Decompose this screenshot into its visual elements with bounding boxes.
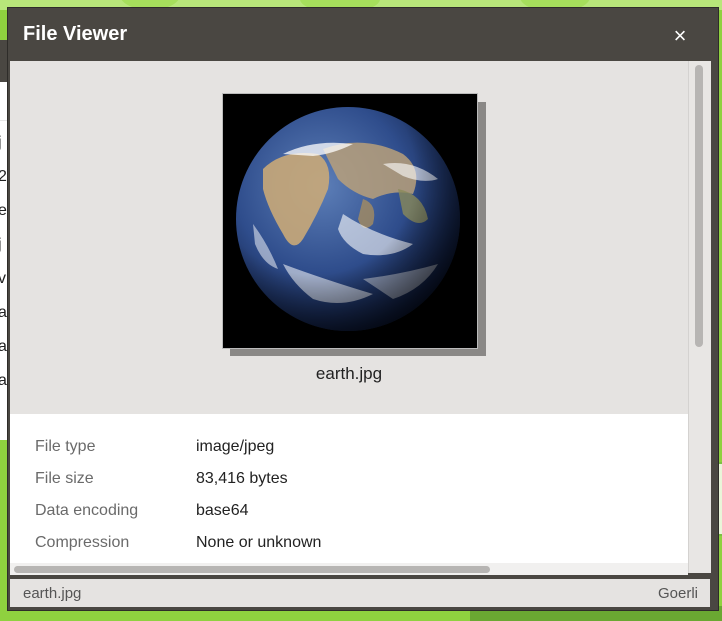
image-filename: earth.jpg [315, 364, 383, 383]
dialog-titlebar[interactable]: File Viewer × [8, 8, 718, 62]
info-label: File type [35, 438, 96, 455]
close-button[interactable]: × [666, 22, 694, 50]
file-viewer-dialog: File Viewer × earth.jpg File type image/… [8, 8, 718, 610]
info-value: 83,416 bytes [196, 470, 288, 487]
earth-image [223, 94, 477, 348]
info-row-data-encoding: Data encoding base64 [10, 498, 688, 526]
background-text: j [0, 134, 2, 152]
info-label: Compression [35, 534, 130, 551]
info-value: base64 [196, 502, 249, 519]
info-value: None or unknown [196, 534, 322, 551]
horizontal-scrollbar[interactable] [10, 563, 688, 575]
dialog-title: File Viewer [23, 23, 128, 45]
background-text: e [0, 202, 7, 220]
status-network: Goerli [657, 585, 698, 602]
background-text: a [0, 338, 7, 356]
image-frame [222, 93, 478, 349]
background-text: v [0, 270, 6, 288]
background-text: 2 [0, 168, 7, 186]
vertical-scrollbar-thumb[interactable] [695, 65, 703, 347]
background-text: j [0, 236, 2, 254]
info-row-compression: Compression None or unknown [10, 530, 688, 558]
dialog-content: earth.jpg File type image/jpeg File size… [10, 61, 688, 573]
background-text: a [0, 372, 7, 390]
horizontal-scrollbar-thumb[interactable] [14, 566, 490, 573]
vertical-scrollbar[interactable] [688, 61, 711, 573]
info-label: File size [35, 470, 94, 487]
info-label: Data encoding [35, 502, 139, 519]
status-filename: earth.jpg [23, 585, 82, 602]
status-bar: earth.jpg Goerli [10, 579, 710, 607]
info-row-file-type: File type image/jpeg [10, 434, 688, 462]
info-row-file-size: File size 83,416 bytes [10, 466, 688, 494]
image-preview-area: earth.jpg [10, 61, 688, 414]
info-value: image/jpeg [196, 438, 275, 455]
background-text: a [0, 304, 7, 322]
